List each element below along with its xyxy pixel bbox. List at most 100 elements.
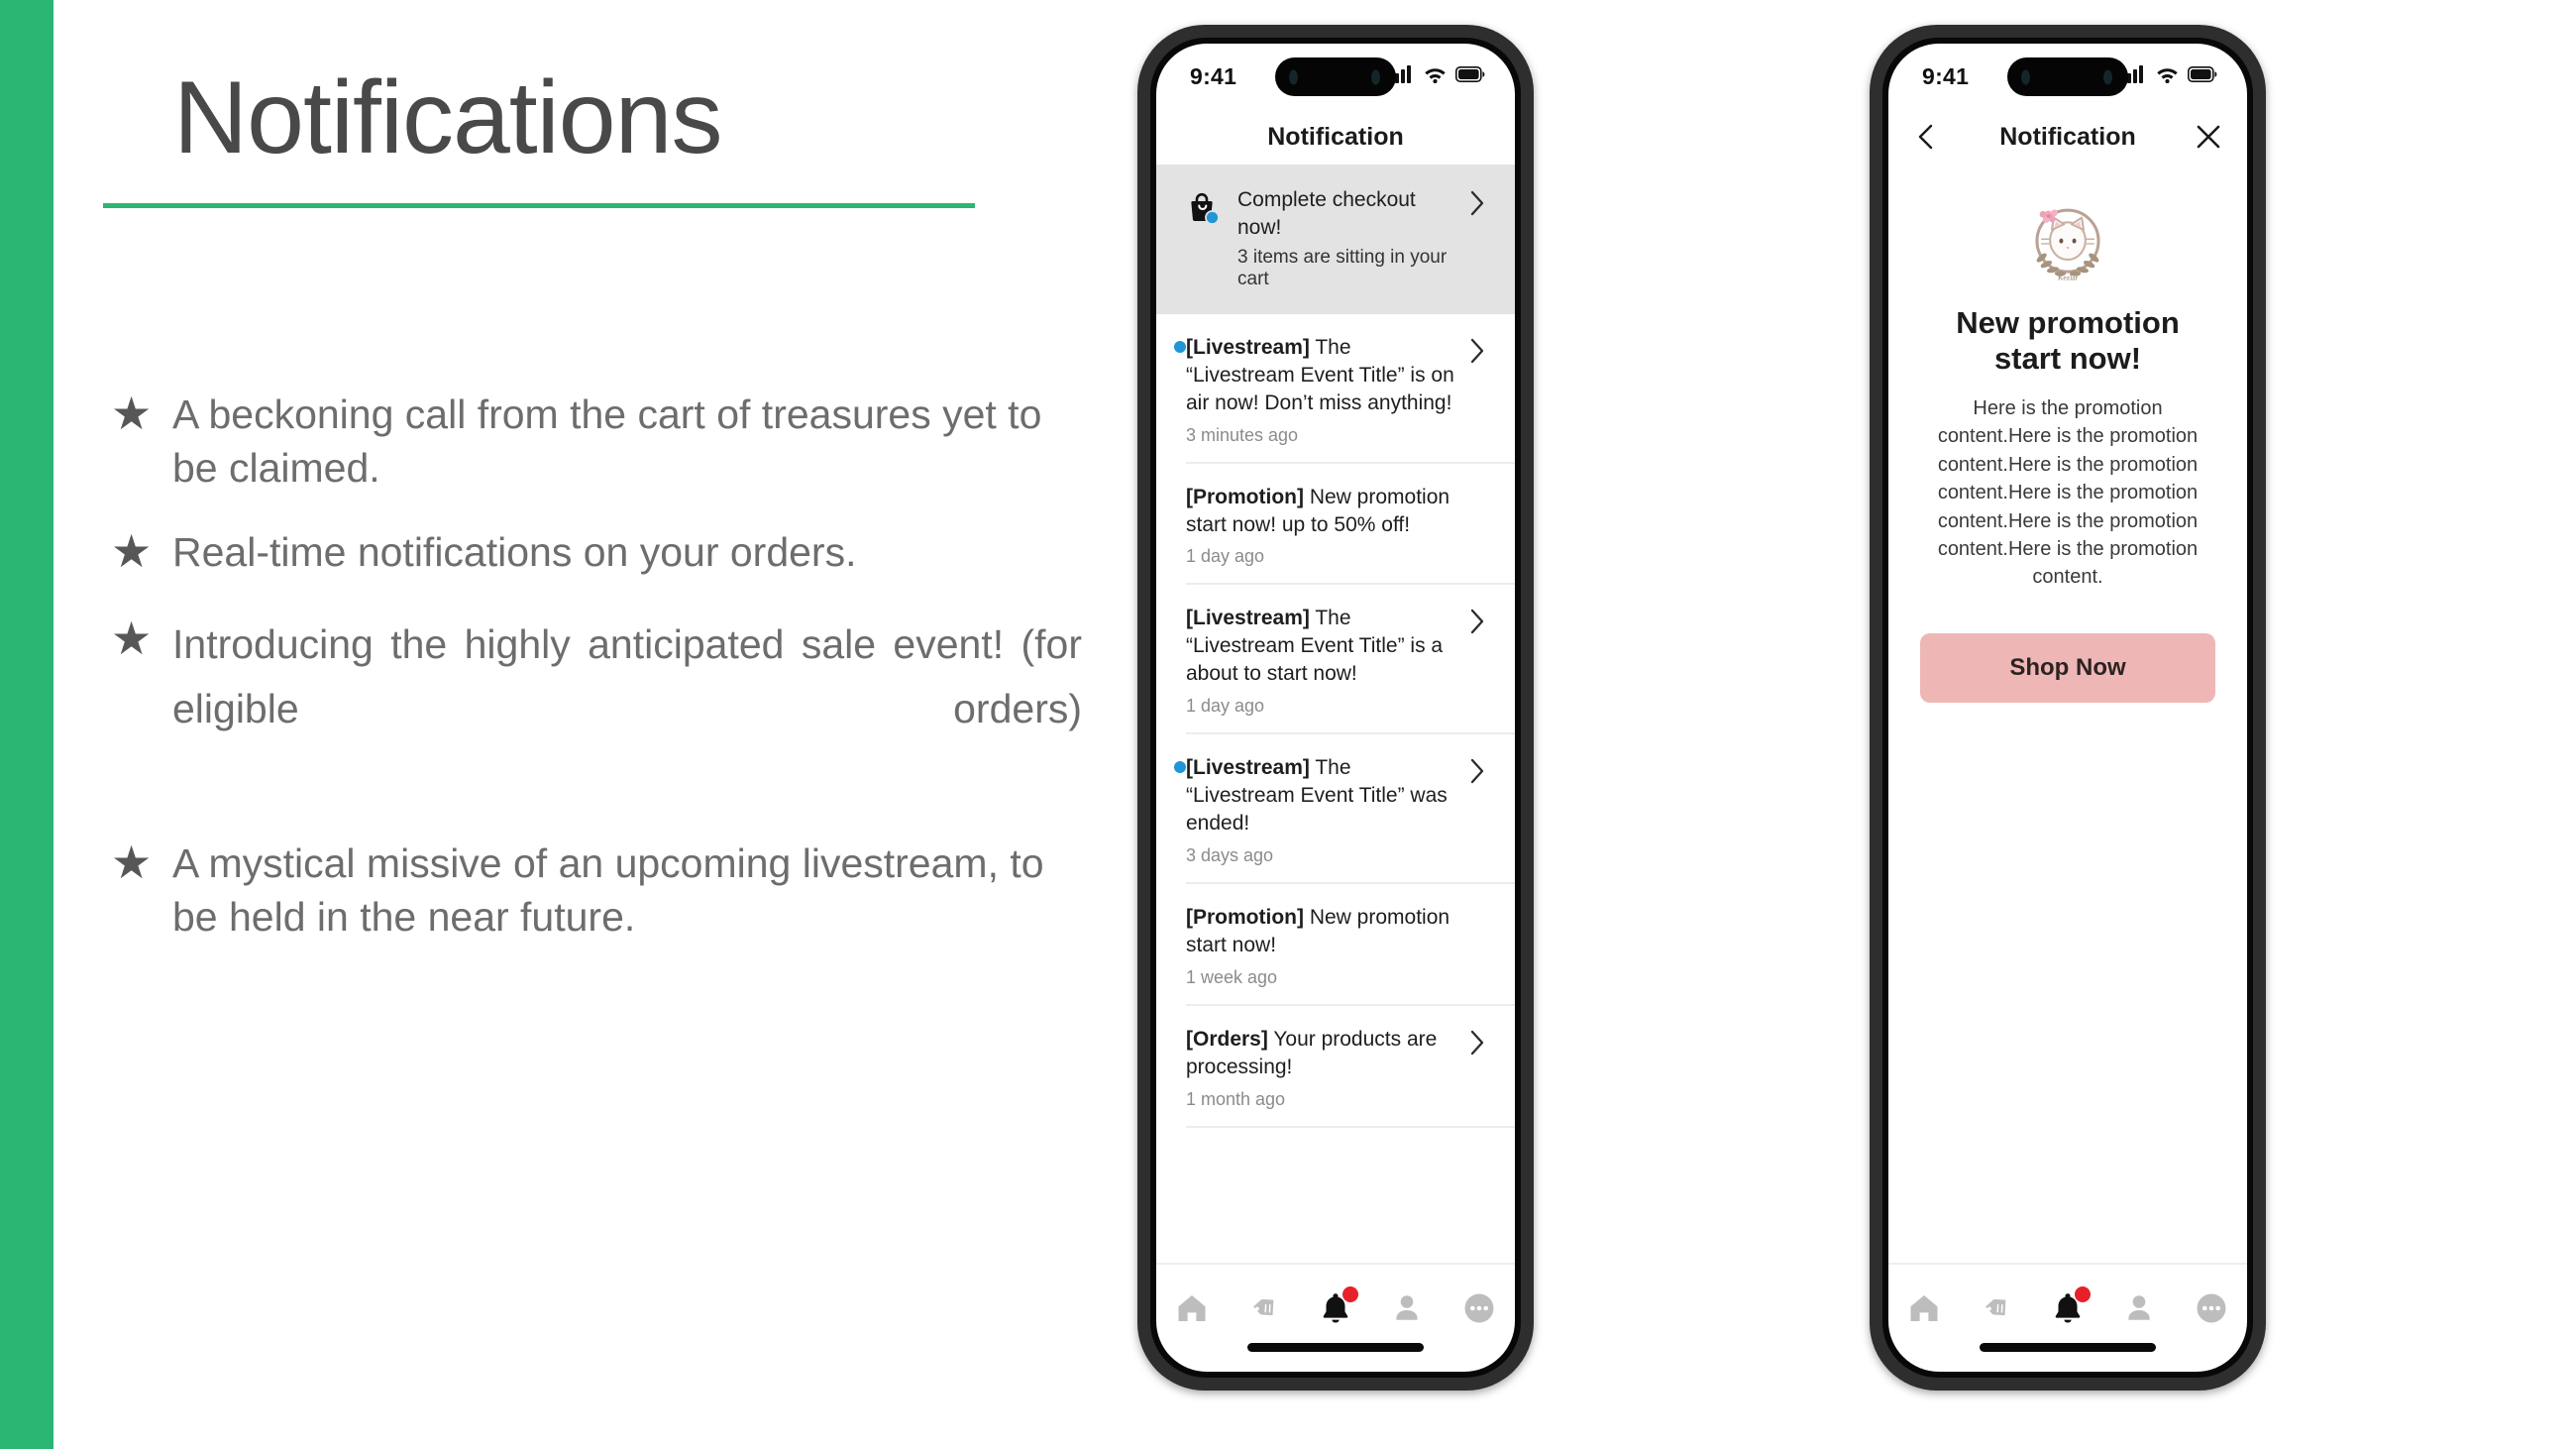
- tab-item-bell[interactable]: [1308, 1286, 1363, 1334]
- notification-title: [Livestream] The “Livestream Event Title…: [1186, 334, 1463, 417]
- notification-badge-dot: [2074, 1286, 2091, 1302]
- notification-body: [Orders] Your products are processing! 1 …: [1186, 1026, 1469, 1110]
- notification-timestamp: 1 day ago: [1186, 696, 1265, 717]
- notification-row[interactable]: [Livestream] The “Livestream Event Title…: [1156, 314, 1515, 464]
- tab-item-person[interactable]: [2111, 1286, 2167, 1334]
- notification-category-tag: [Livestream]: [1186, 607, 1310, 630]
- bullet-item: ★ A mystical missive of an upcoming lives…: [111, 832, 1082, 944]
- promotion-body-text: Here is the promotion content.Here is th…: [1937, 397, 2199, 589]
- tab-item-home[interactable]: [1164, 1286, 1220, 1334]
- tab-item-tag[interactable]: [1236, 1286, 1292, 1334]
- bullet-item: ★ Introducing the highly anticipated sale…: [111, 608, 1082, 805]
- row-divider: [1186, 1125, 1515, 1128]
- notification-row[interactable]: [Promotion] New promotion start now! up …: [1156, 464, 1515, 586]
- notification-title: [Livestream] The “Livestream Event Title…: [1186, 605, 1463, 688]
- nav-bar-list: Notification: [1156, 109, 1515, 165]
- unread-dot-indicator: [1174, 340, 1186, 353]
- tag-icon: [1980, 1291, 2013, 1330]
- tab-item-more-ellipsis[interactable]: [2184, 1286, 2239, 1334]
- svg-text:Kezlar: Kezlar: [2058, 274, 2079, 282]
- home-indicator: [1980, 1343, 2156, 1352]
- notification-title: [Promotion] New promotion start now! up …: [1186, 484, 1463, 539]
- promotion-title: New promotion start now!: [1956, 305, 2180, 376]
- notification-row[interactable]: [Livestream] The “Livestream Event Title…: [1156, 585, 1515, 735]
- status-bar: 9:41: [1156, 44, 1515, 109]
- chevron-right-icon[interactable]: [1469, 186, 1493, 221]
- status-bar: 9:41: [1888, 44, 2247, 109]
- chevron-right-icon[interactable]: [1469, 1026, 1493, 1060]
- bullet-item: ★ A beckoning call from the cart of treas…: [111, 383, 1082, 495]
- bullet-text: Real-time notifications on your orders.: [172, 529, 857, 576]
- shop-now-button[interactable]: Shop Now: [1920, 632, 2215, 703]
- notification-list[interactable]: Complete checkout now! 3 items are sitti…: [1156, 165, 1515, 1263]
- notification-body: [Promotion] New promotion start now! up …: [1186, 484, 1469, 568]
- wifi-icon: [2156, 65, 2179, 88]
- notification-badge-dot: [1342, 1286, 1358, 1302]
- nav-title: Notification: [1267, 122, 1404, 151]
- status-time: 9:41: [1922, 62, 1970, 89]
- notification-category-tag: [Livestream]: [1186, 335, 1310, 359]
- notification-row-checkout[interactable]: Complete checkout now! 3 items are sitti…: [1156, 165, 1515, 314]
- phone-screen-list: 9:41 Notification Complete checkout now!…: [1156, 44, 1515, 1372]
- nav-title: Notification: [1999, 122, 2136, 151]
- more-ellipsis-icon: [1461, 1290, 1497, 1331]
- status-icons: [1389, 64, 1485, 88]
- bullet-item: ★ Real-time notifications on your orders.: [111, 520, 1082, 582]
- notification-timestamp: 1 month ago: [1186, 1088, 1286, 1109]
- notification-timestamp: 3 minutes ago: [1186, 424, 1299, 445]
- chevron-right-icon[interactable]: [1469, 605, 1493, 639]
- more-ellipsis-icon: [2194, 1290, 2229, 1331]
- slide-root: Notifications ★ A beckoning call from the…: [0, 0, 2576, 1449]
- notification-row[interactable]: [Orders] Your products are processing! 1 …: [1156, 1006, 1515, 1128]
- tab-item-bell[interactable]: [2040, 1286, 2095, 1334]
- left-accent-bar: [0, 0, 54, 1449]
- tab-item-person[interactable]: [1379, 1286, 1435, 1334]
- dynamic-island: [2007, 57, 2128, 96]
- notification-body: [Livestream] The “Livestream Event Title…: [1186, 754, 1469, 866]
- bullet-text: Introducing the highly anticipated sale …: [172, 621, 1082, 731]
- notification-body: [Promotion] New promotion start now! 1 we…: [1186, 904, 1469, 988]
- phone-bezel: 9:41 Notification Complete checkout now!…: [1150, 38, 1521, 1378]
- bottom-tab-bar[interactable]: [1888, 1263, 2247, 1372]
- cat-wreath-brand-logo: Kezlar: [2021, 196, 2114, 289]
- notification-title: [Livestream] The “Livestream Event Title…: [1186, 754, 1463, 837]
- wifi-icon: [1424, 65, 1447, 88]
- person-icon: [2122, 1291, 2156, 1330]
- phone-screen-detail: 9:41 Notification Kezlar New promotion s…: [1888, 44, 2247, 1372]
- notification-timestamp: 1 day ago: [1186, 546, 1265, 567]
- chevron-right-icon[interactable]: [1469, 334, 1493, 369]
- dynamic-island: [1275, 57, 1396, 96]
- notification-body: [Livestream] The “Livestream Event Title…: [1186, 334, 1469, 446]
- notification-row[interactable]: [Livestream] The “Livestream Event Title…: [1156, 734, 1515, 884]
- bullet-text: A mystical missive of an upcoming livest…: [172, 839, 1044, 940]
- phone-mockup-promotion-detail: 9:41 Notification Kezlar New promotion s…: [1870, 25, 2266, 1391]
- shopping-bag-icon: [1186, 186, 1237, 233]
- notification-title: Complete checkout now!: [1237, 188, 1416, 239]
- tab-item-home[interactable]: [1896, 1286, 1952, 1334]
- notification-category-tag: [Promotion]: [1186, 485, 1304, 508]
- notification-category-tag: [Livestream]: [1186, 756, 1310, 780]
- close-x-icon[interactable]: [2194, 122, 2223, 152]
- home-icon: [1175, 1291, 1209, 1330]
- status-icons: [2121, 64, 2217, 88]
- star-bullet-icon: ★: [111, 388, 153, 439]
- tab-item-tag[interactable]: [1969, 1286, 2024, 1334]
- person-icon: [1390, 1291, 1424, 1330]
- notification-subtitle: 3 items are sitting in your cart: [1237, 246, 1448, 289]
- notification-row[interactable]: [Promotion] New promotion start now! 1 we…: [1156, 884, 1515, 1006]
- tab-item-more-ellipsis[interactable]: [1451, 1286, 1507, 1334]
- phone-bezel: 9:41 Notification Kezlar New promotion s…: [1882, 38, 2253, 1378]
- nav-bar-detail: Notification: [1888, 109, 2247, 165]
- page-title: Notifications: [173, 60, 722, 175]
- battery-full-icon: [2188, 65, 2217, 87]
- notification-timestamp: 1 week ago: [1186, 966, 1278, 987]
- tag-icon: [1247, 1291, 1281, 1330]
- status-time: 9:41: [1190, 62, 1237, 89]
- star-bullet-icon: ★: [111, 525, 153, 578]
- notification-title: [Promotion] New promotion start now!: [1186, 904, 1463, 959]
- battery-full-icon: [1455, 65, 1485, 87]
- chevron-left-icon[interactable]: [1912, 122, 1942, 152]
- chevron-right-icon[interactable]: [1469, 754, 1493, 789]
- phone-mockup-notification-list: 9:41 Notification Complete checkout now!…: [1137, 25, 1534, 1391]
- bottom-tab-bar[interactable]: [1156, 1263, 1515, 1372]
